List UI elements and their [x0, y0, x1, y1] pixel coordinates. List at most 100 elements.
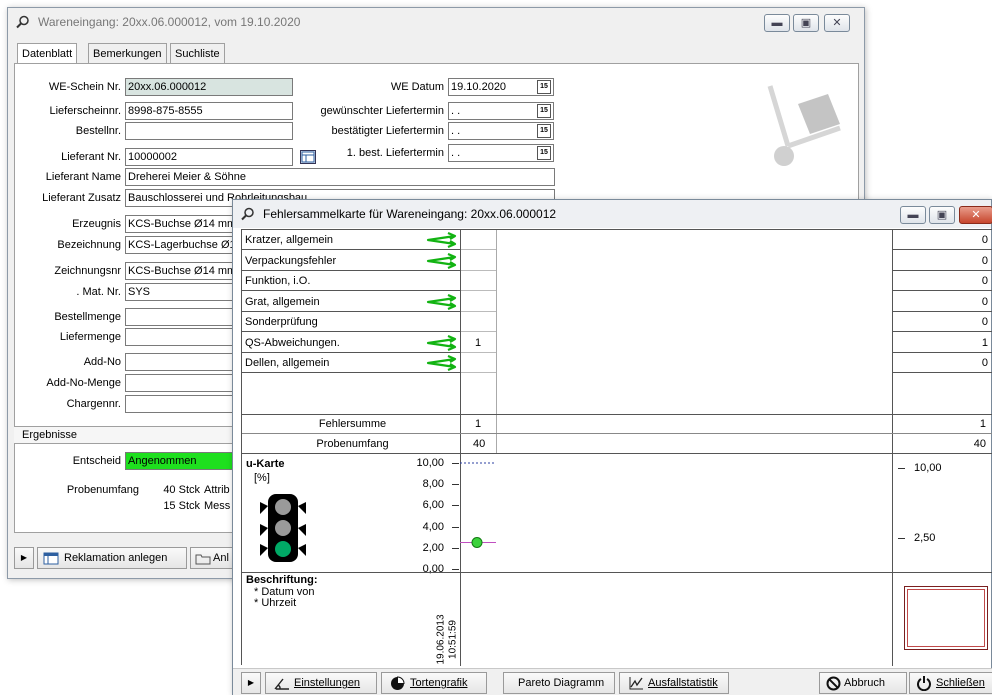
defect-total: 0 [892, 312, 992, 332]
probenumfang-label: Probenumfang [316, 438, 389, 450]
defect-total: 0 [892, 292, 992, 312]
defect-row[interactable]: Funktion, i.O. 0 [242, 271, 992, 291]
defect-total: 0 [892, 230, 992, 250]
defect-count[interactable] [460, 230, 496, 250]
mat-nr-label: . Mat. Nr. [76, 286, 121, 298]
green-arrow-icon[interactable] [424, 355, 458, 371]
tortengrafik-button[interactable]: Tortengrafik [381, 672, 487, 694]
chargennr-label: Chargennr. [66, 398, 121, 410]
preview-inner [907, 589, 985, 647]
einstellungen-label: Einstellungen [294, 677, 361, 689]
zeichnungsnr-label: Zeichnungsnr [54, 265, 121, 277]
liefermenge-label: Liefermenge [59, 331, 121, 343]
calendar-icon[interactable]: 15 [537, 124, 551, 138]
defect-count[interactable]: 1 [460, 333, 496, 353]
schliessen-button[interactable]: Schließen [909, 672, 992, 694]
sample-time: 10:51:59 [447, 620, 459, 659]
power-icon [917, 676, 931, 691]
anlage-label: Anl [213, 552, 229, 564]
y-tick [452, 463, 459, 464]
we-datum-label: WE Datum [390, 81, 444, 93]
y-tick-label: 8,00 [422, 478, 444, 491]
bestellnr-label: Bestellnr. [75, 125, 121, 137]
y-tick [452, 547, 459, 549]
fehlersammelkarte-dialog: Fehlersammelkarte für Wareneingang: 20xx… [232, 199, 992, 695]
data-point [471, 537, 483, 548]
defect-grid: Kratzer, allgemein 0 Verpackungsfehler 0 Fun… [241, 229, 992, 666]
reklamation-anlegen-button[interactable]: Reklamation anlegen [37, 547, 187, 569]
defect-row[interactable]: Sonderprüfung 0 [242, 312, 992, 332]
row-divider [242, 572, 992, 573]
einstellungen-button[interactable]: Einstellungen [265, 672, 377, 694]
search-icon [16, 15, 29, 29]
we-schein-field[interactable]: 20xx.06.000012 [125, 78, 293, 96]
close-button[interactable]: ✕ [824, 14, 850, 32]
expand-button[interactable]: ▶ [14, 547, 34, 569]
defect-count[interactable] [460, 271, 496, 291]
calendar-icon[interactable]: 15 [537, 80, 551, 94]
maximize-icon: ▣ [936, 209, 948, 221]
lieferant-name-label: Lieferant Name [45, 171, 121, 183]
erst-best-liefertermin-label: 1. best. Liefertermin [346, 147, 444, 159]
defect-row[interactable]: Kratzer, allgemein 0 [242, 230, 992, 250]
defect-count[interactable] [460, 353, 496, 373]
abbruch-button[interactable]: Abbruch [819, 672, 907, 694]
pareto-button[interactable]: Pareto Diagramm [503, 672, 615, 694]
close-icon: ✕ [971, 209, 981, 221]
minimize-button[interactable]: ▬ [764, 14, 790, 32]
green-arrow-icon[interactable] [424, 334, 458, 351]
bezeichnung-label: Bezeichnung [57, 239, 121, 251]
settings-icon [274, 678, 289, 690]
dialog-expand-button[interactable]: ▶ [241, 672, 261, 694]
probenumfang-value: 40 [473, 438, 486, 450]
defect-count[interactable] [460, 312, 496, 332]
calendar-icon[interactable]: 15 [537, 146, 551, 160]
search-icon [241, 207, 254, 221]
defect-row[interactable]: Grat, allgemein 0 [242, 292, 992, 312]
y-tick [452, 569, 459, 570]
preview-box[interactable] [904, 586, 988, 650]
hand-truck-icon [767, 85, 841, 166]
green-arrow-icon[interactable] [424, 232, 458, 248]
close-icon: ✕ [832, 17, 842, 29]
defect-row[interactable]: Verpackungsfehler 0 [242, 251, 992, 271]
dialog-minimize-button[interactable]: ▬ [900, 206, 926, 224]
pie-chart-icon [391, 676, 405, 690]
fehlersumme-row: Fehlersumme 1 1 [242, 415, 992, 434]
tab-datenblatt[interactable]: Datenblatt [17, 43, 78, 64]
lieferschein-label: Lieferscheinnr. [49, 105, 121, 117]
maximize-button[interactable]: ▣ [793, 14, 819, 32]
calendar-icon[interactable]: 15 [537, 104, 551, 118]
defect-count[interactable] [460, 251, 496, 271]
add-no-label: Add-No [83, 356, 121, 368]
bestellmenge-label: Bestellmenge [54, 311, 121, 323]
probenumfang-total: 40 [973, 438, 986, 450]
y-tick-label: 6,00 [422, 499, 444, 512]
dialog-close-button[interactable]: ✕ [959, 206, 992, 224]
defect-row[interactable]: Dellen, allgemein 0 [242, 353, 992, 373]
erzeugnis-label: Erzeugnis [72, 218, 121, 230]
abbruch-label: Abbruch [844, 677, 885, 689]
right-axis-tick [898, 538, 905, 539]
reklamation-anlegen-label: Reklamation anlegen [64, 552, 168, 564]
defect-name: Funktion, i.O. [242, 271, 460, 291]
green-arrow-icon[interactable] [424, 252, 458, 269]
y-tick [452, 505, 459, 507]
lieferant-name-field[interactable]: Dreherei Meier & Söhne [125, 168, 555, 186]
gew-liefertermin-label: gewünschter Liefertermin [320, 105, 444, 117]
defect-total: 0 [892, 271, 992, 291]
ukarte-unit: [%] [254, 472, 270, 484]
tab-bemerkungen[interactable]: Bemerkungen [88, 43, 167, 63]
upper-limit-label: 10,00 [914, 462, 942, 474]
main-title-bar: Wareneingang: 20xx.06.000012, vom 19.10.… [8, 8, 864, 36]
y-tick-label: 4,00 [422, 520, 444, 533]
defect-count[interactable] [460, 292, 496, 312]
dialog-maximize-button[interactable]: ▣ [929, 206, 955, 224]
y-tick [452, 484, 459, 486]
tab-suchliste[interactable]: Suchliste [170, 43, 225, 63]
green-arrow-icon[interactable] [424, 293, 458, 310]
minimize-icon: ▬ [771, 17, 783, 29]
defect-row[interactable]: QS-Abweichungen. 1 1 [242, 333, 992, 353]
ausfallstatistik-button[interactable]: Ausfallstatistik [619, 672, 729, 694]
maximize-icon: ▣ [800, 17, 812, 29]
